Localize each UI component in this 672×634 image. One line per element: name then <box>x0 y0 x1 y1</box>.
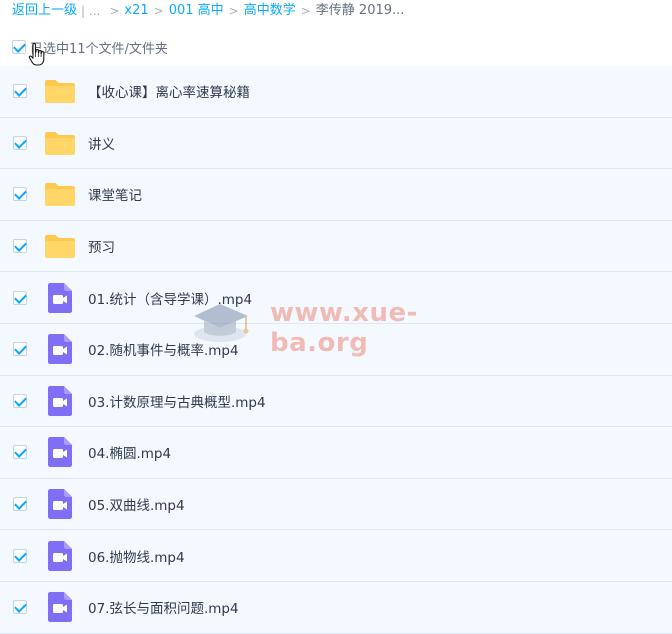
file-row[interactable]: 05.双曲线.mp4 <box>0 478 672 531</box>
breadcrumb-item-x21[interactable]: x21 <box>124 0 148 22</box>
selection-count-label: 已选中11个文件/文件夹 <box>30 41 168 57</box>
folder-icon <box>44 127 76 159</box>
folder-row[interactable]: 【收心课】离心率速算秘籍 <box>0 66 672 118</box>
file-row[interactable]: 04.椭圆.mp4 <box>0 427 672 479</box>
video-file-icon <box>44 333 76 365</box>
file-name[interactable]: 03.计数原理与古典概型.mp4 <box>88 391 266 411</box>
breadcrumb-separator: > <box>153 4 164 18</box>
breadcrumb-current: 李传静 2019... <box>315 3 405 18</box>
folder-icon <box>44 178 76 210</box>
selection-bar: 已选中11个文件/文件夹 <box>12 36 168 58</box>
row-checkbox[interactable] <box>13 290 27 305</box>
file-name[interactable]: 预习 <box>88 236 115 256</box>
file-name[interactable]: 02.随机事件与概率.mp4 <box>88 339 239 359</box>
file-list: 【收心课】离心率速算秘籍 讲义课堂笔记预习 01.统计（含导学课）.mp4 02.随机… <box>0 66 672 634</box>
file-name[interactable]: 【收心课】离心率速算秘籍 <box>88 81 250 101</box>
file-name[interactable]: 04.椭圆.mp4 <box>88 442 171 462</box>
row-checkbox[interactable] <box>13 393 27 408</box>
file-name[interactable]: 讲义 <box>88 133 115 153</box>
file-row[interactable]: 02.随机事件与概率.mp4 <box>0 323 672 376</box>
video-file-icon <box>44 385 76 417</box>
file-name[interactable]: 课堂笔记 <box>88 184 142 204</box>
folder-row[interactable]: 预习 <box>0 220 672 273</box>
file-name[interactable]: 01.统计（含导学课）.mp4 <box>88 288 252 308</box>
folder-icon <box>44 75 76 107</box>
row-checkbox[interactable] <box>13 445 27 460</box>
row-checkbox[interactable] <box>13 187 27 202</box>
file-row[interactable]: 01.统计（含导学课）.mp4 <box>0 272 672 324</box>
breadcrumb-item-math[interactable]: 高中数学 <box>244 0 296 22</box>
breadcrumb-separator: > <box>109 4 120 18</box>
row-checkbox[interactable] <box>13 84 27 99</box>
video-file-icon <box>44 282 76 314</box>
video-file-icon <box>44 591 76 623</box>
folder-icon <box>44 230 76 262</box>
breadcrumb-item-001[interactable]: 001 高中 <box>169 0 224 22</box>
video-file-icon <box>44 488 76 520</box>
file-row[interactable]: 07.弦长与面积问题.mp4 <box>0 581 672 634</box>
row-checkbox[interactable] <box>13 342 27 357</box>
row-checkbox[interactable] <box>13 239 27 254</box>
breadcrumb-ellipsis[interactable]: | ... <box>81 0 100 22</box>
file-row[interactable]: 06.抛物线.mp4 <box>0 530 672 582</box>
row-checkbox[interactable] <box>13 600 27 615</box>
file-row[interactable]: 03.计数原理与古典概型.mp4 <box>0 375 672 428</box>
select-all-checkbox[interactable] <box>12 40 26 54</box>
file-name[interactable]: 05.双曲线.mp4 <box>88 494 185 514</box>
breadcrumb-separator: > <box>300 4 311 18</box>
folder-row[interactable]: 课堂笔记 <box>0 169 672 221</box>
row-checkbox[interactable] <box>13 548 27 563</box>
breadcrumb-separator: > <box>228 4 239 18</box>
row-checkbox[interactable] <box>13 497 27 512</box>
file-name[interactable]: 07.弦长与面积问题.mp4 <box>88 597 239 617</box>
file-name[interactable]: 06.抛物线.mp4 <box>88 546 185 566</box>
back-link[interactable]: 返回上一级 <box>12 0 77 22</box>
video-file-icon <box>44 436 76 468</box>
row-checkbox[interactable] <box>13 135 27 150</box>
folder-row[interactable]: 讲义 <box>0 117 672 170</box>
video-file-icon <box>44 540 76 572</box>
breadcrumb: 返回上一级 | ... > x21 > 001 高中 > 高中数学 > 李传静 … <box>12 0 404 22</box>
